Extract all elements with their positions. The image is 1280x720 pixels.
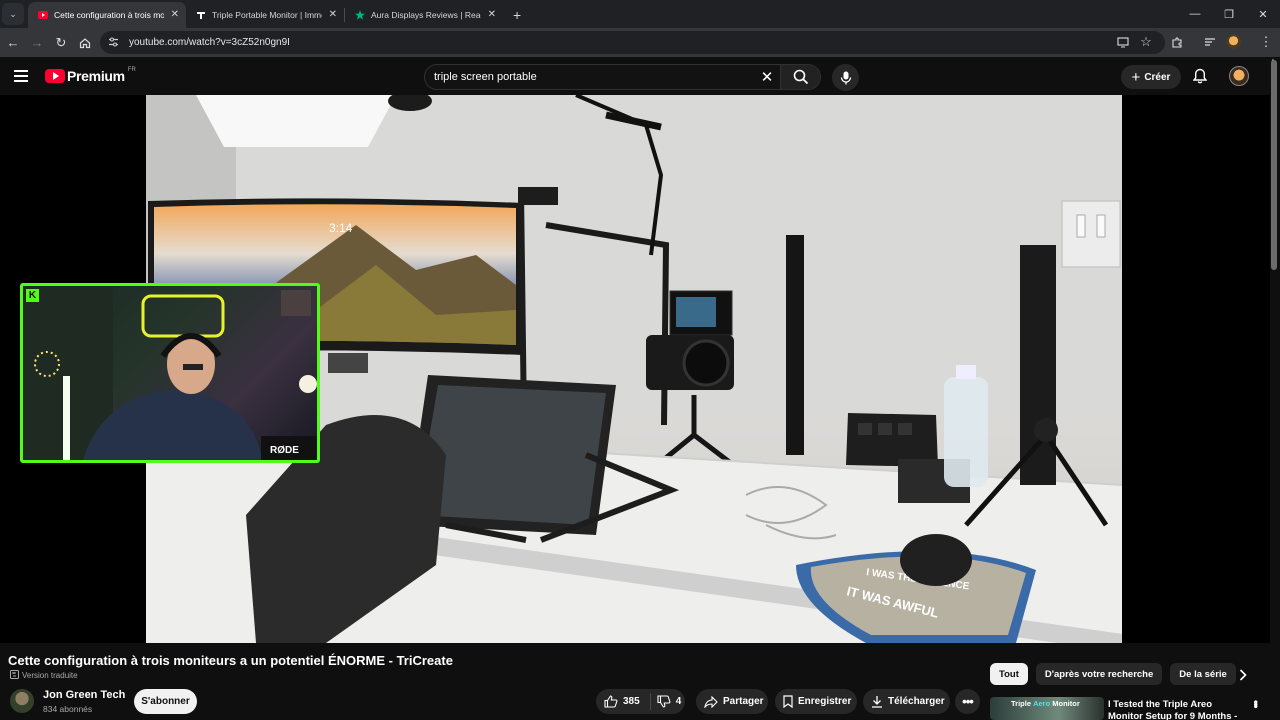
close-icon[interactable]: ✕	[488, 9, 496, 20]
microphone-icon	[840, 71, 851, 84]
reload-icon[interactable]: ↻	[49, 31, 73, 55]
youtube-favicon-icon	[38, 10, 48, 20]
bookmark-star-icon[interactable]: ☆	[1134, 30, 1158, 54]
star-icon	[355, 10, 365, 20]
streamer-facecam: RØDE K	[20, 283, 320, 463]
create-label: Créer	[1144, 71, 1171, 83]
restore-icon[interactable]: ❐	[1212, 0, 1246, 28]
kick-logo-icon: K	[26, 289, 39, 302]
like-divider	[649, 693, 651, 710]
logo-word: Premium	[67, 68, 125, 84]
back-icon[interactable]: ←	[1, 31, 25, 55]
search-icon	[793, 69, 808, 85]
like-button[interactable]	[604, 695, 618, 708]
close-window-icon[interactable]: ✕	[1246, 0, 1280, 28]
chip-all[interactable]: Tout	[990, 663, 1028, 685]
youtube-logo[interactable]: Premium FR	[45, 67, 136, 84]
download-label: Télécharger	[888, 696, 945, 707]
menu-icon[interactable]	[14, 70, 28, 82]
search-button[interactable]	[780, 65, 820, 89]
profile-avatar[interactable]	[1226, 34, 1241, 49]
cast-icon[interactable]	[1111, 30, 1135, 54]
minimize-icon[interactable]: —	[1178, 0, 1212, 28]
video-title: Cette configuration à trois moniteurs a …	[8, 653, 453, 668]
recommendation-thumbnail[interactable]: Triple Aero Monitor	[990, 697, 1104, 720]
home-icon[interactable]	[73, 31, 97, 55]
save-label: Enregistrer	[798, 696, 852, 707]
dislike-button[interactable]	[657, 695, 671, 708]
rode-logo: RØDE	[270, 445, 299, 456]
like-dislike-group: 385 4	[596, 689, 685, 714]
more-actions-button[interactable]: •••	[955, 689, 980, 714]
country-code: FR	[127, 67, 136, 73]
url-text[interactable]: youtube.com/watch?v=3cZ52n0gn9I	[129, 37, 290, 48]
forward-icon[interactable]: →	[25, 31, 49, 55]
subscribe-button[interactable]: S'abonner	[134, 689, 197, 714]
youtube-header: Premium FR triple screen portable ✕ + Cr…	[0, 57, 1280, 95]
extensions-icon[interactable]	[1165, 30, 1189, 54]
channel-name[interactable]: Jon Green Tech	[43, 689, 125, 701]
more-horizontal-icon: •••	[962, 694, 974, 709]
bell-icon	[1193, 68, 1207, 84]
recommendation-menu-icon[interactable]: •••	[1249, 700, 1263, 707]
dislike-count: 4	[675, 696, 682, 707]
facecam-scene: RØDE	[23, 286, 317, 460]
window-controls: — ❐ ✕	[1178, 0, 1280, 28]
channel-avatar[interactable]	[10, 689, 34, 713]
youtube-play-icon	[45, 69, 65, 83]
chip-from-series[interactable]: De la série	[1170, 663, 1236, 685]
chip-from-search[interactable]: D'après votre recherche	[1035, 663, 1163, 685]
recommendation-title[interactable]: I Tested the Triple Areo Monitor Setup f…	[1108, 699, 1248, 720]
share-button[interactable]: Partager	[696, 689, 768, 714]
thumbs-up-icon	[604, 695, 618, 708]
translated-label: Version traduite	[22, 671, 78, 680]
tab-title: Cette configuration à trois moniteurs	[54, 10, 164, 20]
download-button[interactable]: Télécharger	[863, 689, 950, 714]
like-count[interactable]: 385	[623, 696, 640, 707]
search-input[interactable]: triple screen portable	[425, 71, 754, 83]
chevron-right-icon	[1239, 669, 1247, 681]
clear-search-icon[interactable]: ✕	[754, 68, 780, 86]
related-filter-chips: Tout D'après votre recherche De la série	[990, 663, 1236, 685]
chevron-down-icon: ⌄	[9, 8, 17, 19]
download-icon	[871, 695, 883, 708]
page-scrollbar[interactable]	[1271, 60, 1277, 270]
thumbs-down-icon	[657, 695, 671, 708]
voice-search-button[interactable]	[832, 64, 859, 91]
translated-badge: Version traduite	[10, 670, 78, 681]
bookmark-icon	[783, 695, 793, 708]
site-info-icon[interactable]	[108, 34, 119, 52]
create-button[interactable]: + Créer	[1121, 65, 1181, 89]
tab-title: Aura Displays Reviews | Read Customer	[371, 10, 481, 20]
save-button[interactable]: Enregistrer	[775, 689, 857, 714]
close-icon[interactable]: ✕	[171, 9, 179, 20]
address-bar[interactable]: youtube.com/watch?v=3cZ52n0gn9I	[100, 31, 1165, 54]
reading-list-icon[interactable]	[1198, 30, 1222, 54]
translate-icon	[10, 670, 19, 681]
account-avatar[interactable]	[1229, 66, 1249, 86]
tab-aura-reviews[interactable]: Aura Displays Reviews | Read Customer ✕	[345, 2, 503, 28]
close-icon[interactable]: ✕	[329, 9, 337, 20]
browser-toolbar: ← → ↻ youtube.com/watch?v=3cZ52n0gn9I ☆ …	[0, 28, 1280, 57]
chips-next-button[interactable]	[1234, 666, 1252, 684]
share-icon	[704, 695, 718, 708]
more-menu-icon[interactable]: ⋮	[1254, 30, 1278, 54]
video-player[interactable]: 3:14 I WAS ENCE IT WAS AWFUL RØDE K	[0, 95, 1270, 643]
new-tab-button[interactable]: +	[513, 7, 521, 23]
share-label: Partager	[723, 696, 764, 707]
search-box[interactable]: triple screen portable ✕	[424, 64, 821, 90]
channel-subscribers: 834 abonnés	[43, 704, 93, 714]
plus-icon: +	[1131, 68, 1141, 86]
tab-search-button[interactable]: ⌄	[2, 3, 24, 25]
tab-youtube[interactable]: Cette configuration à trois moniteurs ✕	[28, 2, 186, 28]
tab-title: Triple Portable Monitor | Immersive	[212, 10, 322, 20]
tab-triple-portable[interactable]: Triple Portable Monitor | Immersive ✕	[186, 2, 344, 28]
notifications-button[interactable]	[1191, 67, 1209, 85]
page-favicon-icon	[196, 10, 206, 20]
screen-clock: 3:14	[329, 221, 353, 235]
tab-strip: ⌄ Cette configuration à trois moniteurs …	[0, 0, 1280, 28]
thumbnail-caption: Triple Aero Monitor	[1011, 699, 1080, 708]
